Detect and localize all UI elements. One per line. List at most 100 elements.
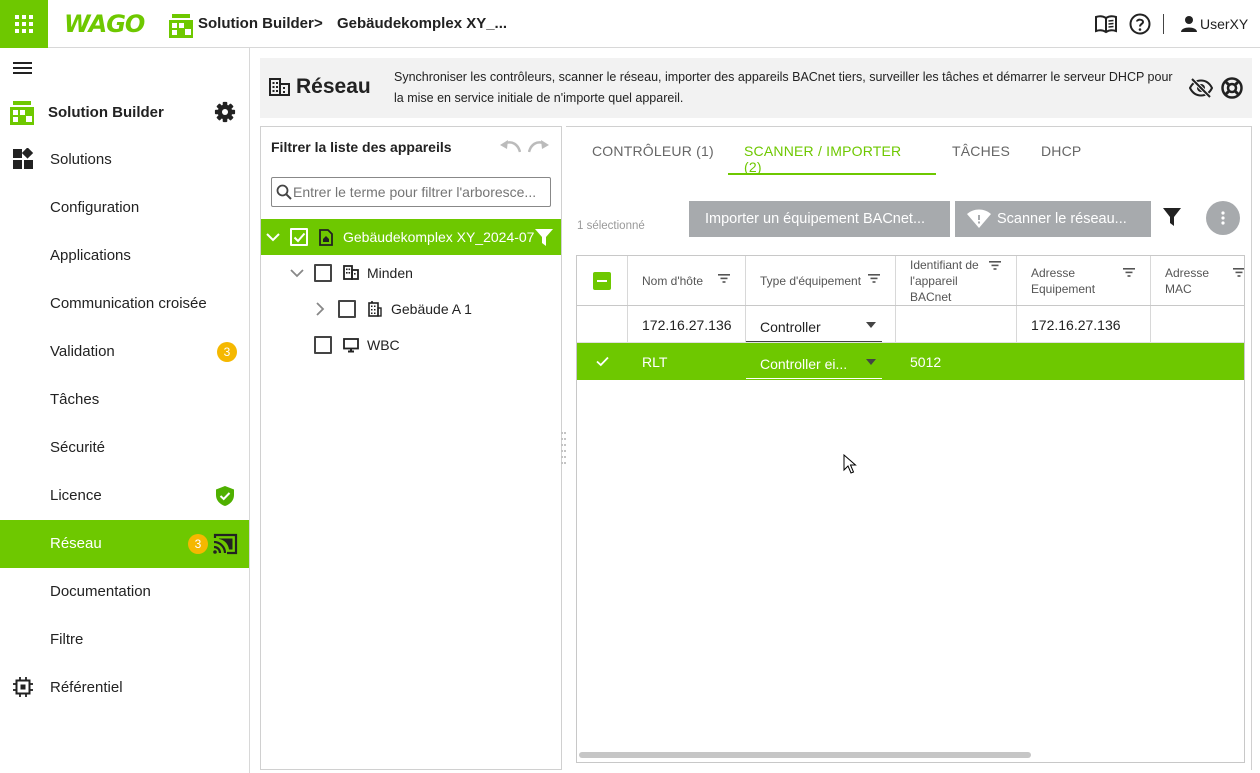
tree-node-site[interactable]: Minden bbox=[261, 255, 561, 291]
sidebar-item-licence[interactable]: Licence bbox=[0, 472, 249, 520]
device-tree-panel: Filtrer la liste des appareils Gebäudeko… bbox=[260, 126, 562, 770]
table-row[interactable]: 172.16.27.136 Controller 172.16.27.136 bbox=[577, 306, 1244, 343]
column-header-bacnet-id[interactable]: Identifiant de l'appareil BACnet bbox=[896, 256, 1017, 305]
sidebar-item-repository[interactable]: Référentiel bbox=[0, 664, 249, 712]
tree-node-checkbox[interactable] bbox=[290, 228, 308, 246]
column-filter-icon[interactable] bbox=[1123, 268, 1135, 277]
apps-grid-button[interactable] bbox=[0, 0, 48, 48]
tree-node-wbc[interactable]: WBC bbox=[261, 327, 561, 363]
column-filter-icon[interactable] bbox=[1233, 268, 1245, 277]
sidebar-item-validation[interactable]: Validation 3 bbox=[0, 328, 249, 376]
row-select-cell[interactable] bbox=[577, 343, 628, 380]
sidebar-item-label: Solutions bbox=[50, 151, 112, 168]
import-bacnet-device-button[interactable]: Importer un équipement BACnet... bbox=[689, 201, 950, 237]
mac-cell[interactable] bbox=[1151, 306, 1244, 342]
redo-icon[interactable] bbox=[528, 139, 550, 155]
sidebar-item-documentation[interactable]: Documentation bbox=[0, 568, 249, 616]
tree-node-label: Minden bbox=[367, 265, 413, 281]
selection-count: 1 sélectionné bbox=[577, 220, 645, 232]
solution-builder-logo-icon bbox=[10, 101, 34, 125]
user-menu[interactable]: UserXY bbox=[1180, 15, 1248, 33]
more-vertical-icon bbox=[1221, 211, 1225, 225]
grid-icon bbox=[15, 15, 33, 33]
grid-header-row: Nom d'hôte Type d'équipement Identifiant… bbox=[577, 256, 1245, 306]
eye-off-icon[interactable] bbox=[1189, 76, 1213, 100]
device-type-cell: Controller ei... bbox=[746, 343, 896, 380]
sidebar-item-label: Réseau bbox=[50, 535, 102, 552]
tree-node-checkbox[interactable] bbox=[314, 336, 332, 354]
tab-controller[interactable]: CONTRÔLEUR (1) bbox=[592, 127, 714, 175]
tree-panel-title: Filtrer la liste des appareils bbox=[271, 139, 452, 155]
building-icon bbox=[343, 265, 359, 280]
sidebar-item-label: Tâches bbox=[50, 391, 100, 408]
sidebar-item-network[interactable]: Réseau 3 bbox=[0, 520, 249, 568]
hostname-cell[interactable]: 172.16.27.136 bbox=[628, 306, 746, 342]
filter-funnel-icon[interactable] bbox=[535, 229, 553, 246]
breadcrumb-separator: > bbox=[314, 15, 323, 32]
breadcrumb-project[interactable]: Gebäudekomplex XY_... bbox=[337, 15, 507, 32]
network-count-badge: 3 bbox=[188, 534, 208, 554]
chevron-down-icon[interactable] bbox=[266, 231, 280, 243]
column-header-device-type[interactable]: Type d'équipement bbox=[746, 256, 896, 305]
bacnet-id-cell[interactable]: 5012 bbox=[896, 343, 1017, 380]
column-filter-icon[interactable] bbox=[989, 261, 1001, 270]
hamburger-menu-icon[interactable] bbox=[12, 60, 34, 76]
filter-funnel-icon[interactable] bbox=[1162, 207, 1182, 227]
chevron-down-icon[interactable] bbox=[290, 267, 304, 279]
tree-node-checkbox[interactable] bbox=[314, 264, 332, 282]
page-description: Synchroniser les contrôleurs, scanner le… bbox=[394, 70, 1173, 105]
page-header: Réseau Synchroniser les contrôleurs, sca… bbox=[260, 58, 1252, 118]
scan-network-button[interactable]: Scanner le réseau... bbox=[955, 201, 1151, 237]
mac-cell[interactable] bbox=[1151, 343, 1244, 380]
row-select-cell[interactable] bbox=[577, 306, 628, 342]
chevron-right-icon[interactable] bbox=[315, 302, 325, 316]
column-header-hostname[interactable]: Nom d'hôte bbox=[628, 256, 746, 305]
tree-filter-field[interactable] bbox=[271, 177, 551, 207]
horizontal-scrollbar[interactable] bbox=[579, 752, 1031, 758]
tab-tasks[interactable]: TÂCHES bbox=[952, 127, 1010, 175]
address-cell[interactable] bbox=[1017, 343, 1151, 380]
sidebar-item-solutions[interactable]: Solutions bbox=[0, 136, 249, 184]
office-building-icon bbox=[368, 301, 382, 317]
gear-icon[interactable] bbox=[214, 101, 236, 123]
solution-builder-logo-icon bbox=[169, 14, 193, 38]
building-icon bbox=[269, 78, 290, 96]
tree-node-checkbox[interactable] bbox=[338, 300, 356, 318]
address-cell[interactable]: 172.16.27.136 bbox=[1017, 306, 1151, 342]
sidebar-item-filter[interactable]: Filtre bbox=[0, 616, 249, 664]
bacnet-id-cell[interactable] bbox=[896, 306, 1017, 342]
tree-node-building[interactable]: Gebäude A 1 bbox=[261, 291, 561, 327]
table-row[interactable]: RLT Controller ei... 5012 bbox=[577, 343, 1244, 380]
tab-scanner-importer[interactable]: SCANNER / IMPORTER (2) bbox=[728, 127, 936, 175]
column-header-address[interactable]: Adresse Equipement bbox=[1017, 256, 1151, 305]
sidebar-item-security[interactable]: Sécurité bbox=[0, 424, 249, 472]
app-title[interactable]: Solution Builder bbox=[198, 15, 314, 32]
select-all-cell bbox=[577, 256, 628, 305]
lifebuoy-icon[interactable] bbox=[1220, 76, 1244, 100]
tab-dhcp[interactable]: DHCP bbox=[1041, 127, 1081, 175]
help-icon[interactable] bbox=[1128, 12, 1152, 36]
column-filter-icon[interactable] bbox=[868, 274, 880, 283]
tree-filter-input[interactable] bbox=[293, 180, 547, 204]
column-header-label: BACnet bbox=[910, 290, 952, 304]
project-file-icon bbox=[319, 229, 333, 246]
select-all-checkbox[interactable] bbox=[593, 272, 611, 290]
sidebar-item-label: Documentation bbox=[50, 583, 151, 600]
hostname-cell[interactable]: RLT bbox=[628, 343, 746, 380]
sidebar-item-tasks[interactable]: Tâches bbox=[0, 376, 249, 424]
more-options-button[interactable] bbox=[1206, 201, 1240, 235]
sidebar-item-label: Configuration bbox=[50, 199, 140, 216]
device-type-dropdown[interactable]: Controller ei... bbox=[746, 346, 882, 379]
sidebar-item-cross-communication[interactable]: Communication croisée bbox=[0, 280, 249, 328]
column-header-mac[interactable]: Adresse MAC bbox=[1151, 256, 1245, 305]
device-type-dropdown[interactable]: Controller bbox=[746, 309, 882, 342]
manual-book-icon[interactable] bbox=[1094, 12, 1118, 36]
undo-icon[interactable] bbox=[499, 139, 521, 155]
wifi-scan-icon bbox=[967, 209, 991, 228]
sidebar-item-applications[interactable]: Applications bbox=[0, 232, 249, 280]
dropdown-arrow-icon bbox=[866, 359, 876, 365]
mouse-pointer-icon bbox=[843, 454, 857, 474]
column-filter-icon[interactable] bbox=[718, 274, 730, 283]
sidebar-item-configuration[interactable]: Configuration bbox=[0, 184, 249, 232]
tree-node-project[interactable]: Gebäudekomplex XY_2024-07 bbox=[261, 219, 561, 255]
